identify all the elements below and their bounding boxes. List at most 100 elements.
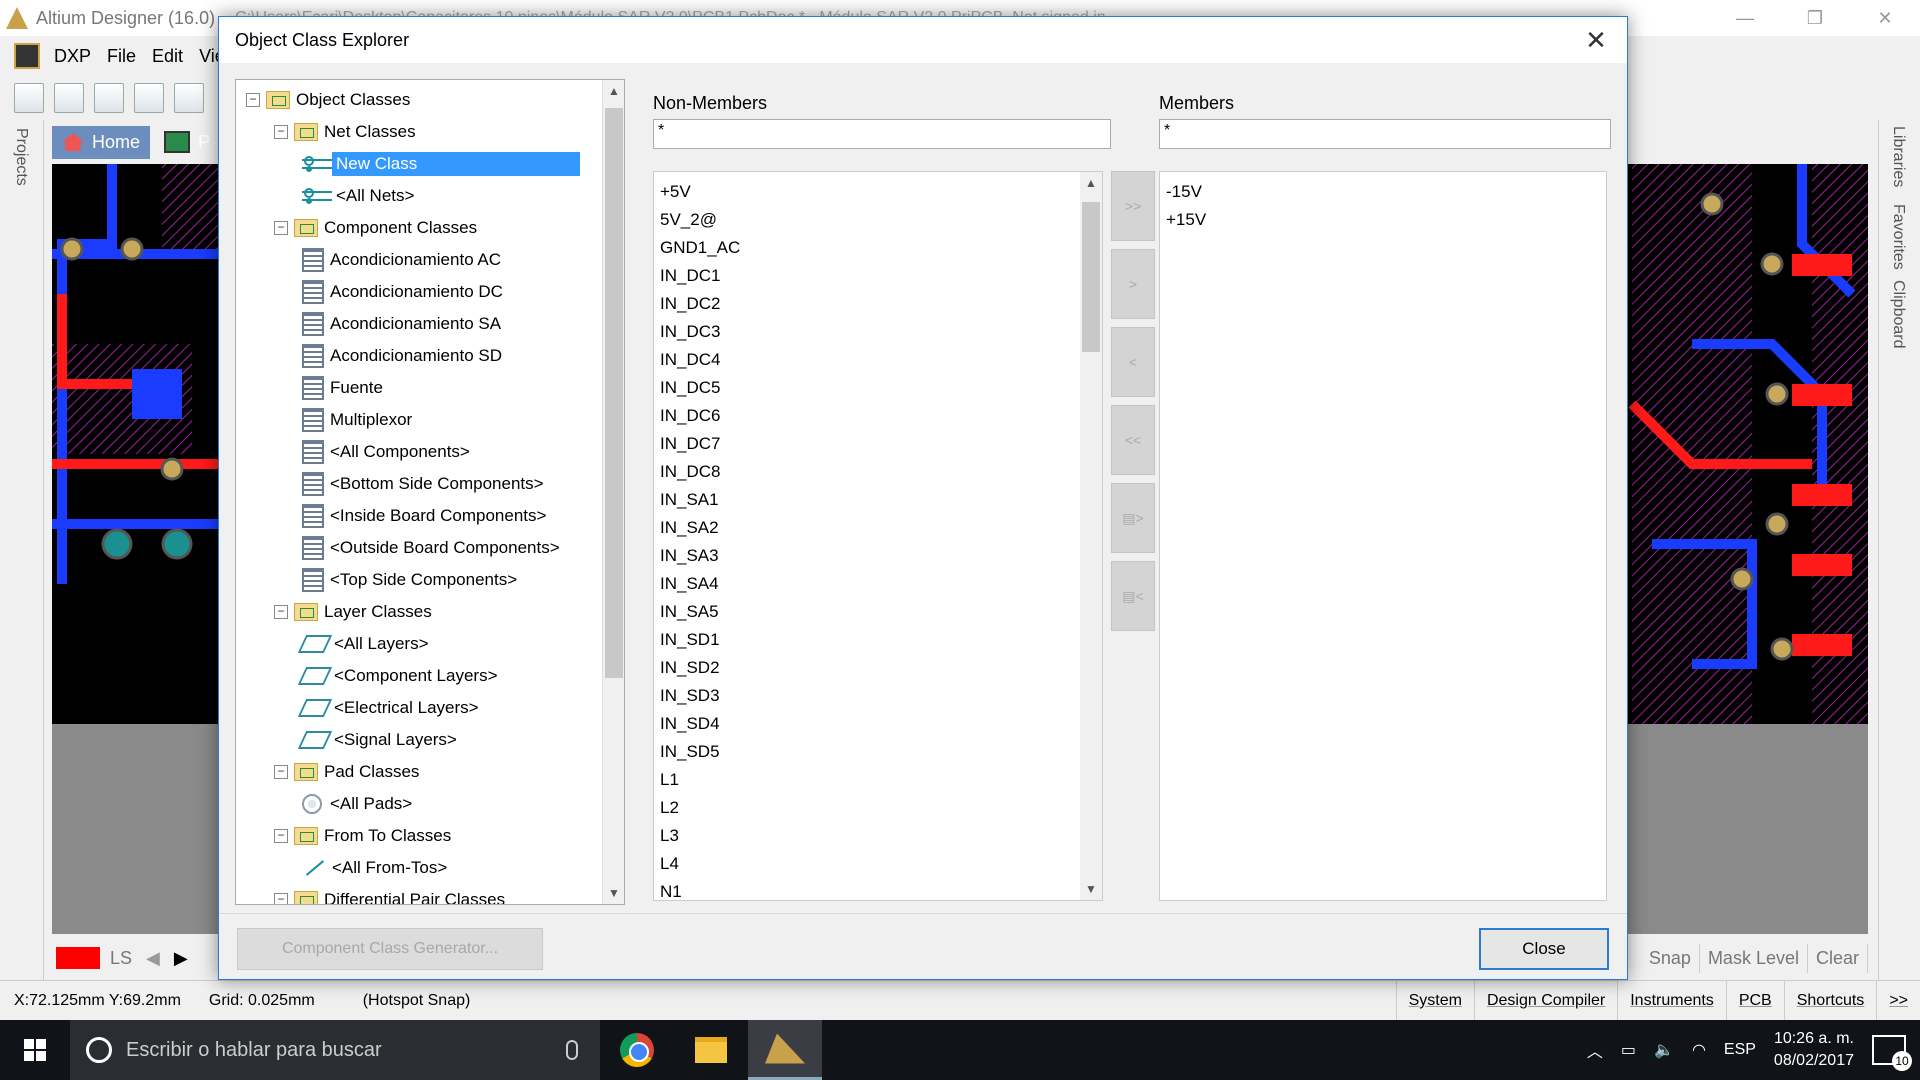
list-item[interactable]: IN_DC1 xyxy=(654,262,1102,290)
non-members-scrollbar[interactable]: ▲ ▼ xyxy=(1080,172,1102,900)
tree-node[interactable]: Multiplexor xyxy=(302,406,412,434)
tree-node[interactable]: − Pad Classes xyxy=(274,758,419,786)
print-preview-icon[interactable] xyxy=(174,83,204,113)
libraries-tab[interactable]: Libraries xyxy=(1889,126,1907,187)
menu-file[interactable]: File xyxy=(99,46,144,67)
panel-pcb[interactable]: PCB xyxy=(1725,981,1784,1021)
list-item[interactable]: L2 xyxy=(654,794,1102,822)
volume-icon[interactable]: 🔈 xyxy=(1654,1040,1674,1060)
mask-level-button[interactable]: Mask Level xyxy=(1700,943,1808,973)
tree-node[interactable]: − Object Classes xyxy=(246,86,410,114)
panel-shortcuts[interactable]: Shortcuts xyxy=(1783,981,1877,1021)
close-button[interactable]: Close xyxy=(1479,928,1609,970)
minimize-icon[interactable]: — xyxy=(1710,0,1780,36)
tree-node[interactable]: <All Layers> xyxy=(297,630,429,658)
menu-edit[interactable]: Edit xyxy=(144,46,191,67)
tree-node[interactable]: − Differential Pair Classes xyxy=(274,886,505,904)
list-item[interactable]: -15V xyxy=(1160,178,1606,206)
tree-expander-icon[interactable]: − xyxy=(274,893,288,904)
panel-design-compiler[interactable]: Design Compiler xyxy=(1473,981,1617,1021)
list-item[interactable]: IN_DC4 xyxy=(654,346,1102,374)
language-indicator[interactable]: ESP xyxy=(1724,1041,1756,1059)
add-all-button[interactable]: >> xyxy=(1111,171,1155,241)
tree-expander-icon[interactable]: − xyxy=(274,605,288,619)
tree-node[interactable]: − Layer Classes xyxy=(274,598,432,626)
scroll-down-icon[interactable]: ▼ xyxy=(607,886,621,900)
tree-scrollbar[interactable]: ▲ ▼ xyxy=(602,80,624,904)
list-item[interactable]: N1 xyxy=(654,878,1102,900)
list-item[interactable]: IN_SD4 xyxy=(654,710,1102,738)
members-filter[interactable]: * xyxy=(1159,119,1611,149)
tree-expander-icon[interactable]: − xyxy=(274,829,288,843)
list-item[interactable]: IN_SA3 xyxy=(654,542,1102,570)
tree-node[interactable]: <All Nets> xyxy=(302,182,414,210)
battery-icon[interactable]: ▭ xyxy=(1621,1040,1636,1060)
tree-node[interactable]: <All From-Tos> xyxy=(302,854,447,882)
add-filtered-button[interactable]: ▤> xyxy=(1111,483,1155,553)
list-item[interactable]: IN_DC2 xyxy=(654,290,1102,318)
tree-node[interactable]: New Class xyxy=(302,150,580,178)
list-item[interactable]: IN_SD1 xyxy=(654,626,1102,654)
list-item[interactable]: +5V xyxy=(654,178,1102,206)
microphone-icon[interactable] xyxy=(566,1040,578,1060)
clear-button[interactable]: Clear xyxy=(1808,943,1868,973)
tree-expander-icon[interactable]: − xyxy=(274,125,288,139)
tab-pcb[interactable]: P xyxy=(164,131,210,153)
tree-expander-icon[interactable]: − xyxy=(274,765,288,779)
tree-node[interactable]: <Signal Layers> xyxy=(297,726,457,754)
tree-node[interactable]: <Bottom Side Components> xyxy=(302,470,544,498)
class-tree[interactable]: − Object Classes − Net Classes New Class <All… xyxy=(235,79,625,905)
list-item[interactable]: IN_DC8 xyxy=(654,458,1102,486)
list-item[interactable]: IN_DC6 xyxy=(654,402,1102,430)
dialog-close-icon[interactable]: ✕ xyxy=(1579,23,1613,57)
dxp-icon[interactable] xyxy=(14,43,40,69)
list-item[interactable]: 5V_2@ xyxy=(654,206,1102,234)
active-layer-swatch[interactable] xyxy=(56,947,100,969)
open-folder-icon[interactable] xyxy=(54,83,84,113)
list-item[interactable]: L4 xyxy=(654,850,1102,878)
panel-more[interactable]: >> xyxy=(1876,981,1920,1021)
list-item[interactable]: L3 xyxy=(654,822,1102,850)
tree-node[interactable]: Acondicionamiento DC xyxy=(302,278,503,306)
non-members-list[interactable]: +5V 5V_2@ GND1_AC IN_DC1 IN_DC2 IN_DC3 IN_DC4 I… xyxy=(653,171,1103,901)
list-item[interactable]: +15V xyxy=(1160,206,1606,234)
tree-node[interactable]: − From To Classes xyxy=(274,822,451,850)
tray-expand-icon[interactable]: ︿ xyxy=(1587,1038,1603,1062)
remove-selected-button[interactable]: < xyxy=(1111,327,1155,397)
list-item[interactable]: IN_SD3 xyxy=(654,682,1102,710)
favorites-tab[interactable]: Favorites xyxy=(1889,204,1907,270)
tree-node[interactable]: − Component Classes xyxy=(274,214,477,242)
add-selected-button[interactable]: > xyxy=(1111,249,1155,319)
layer-scroll-right-icon[interactable]: ▶ xyxy=(174,948,188,969)
taskbar-chrome[interactable] xyxy=(600,1020,674,1080)
list-item[interactable]: L1 xyxy=(654,766,1102,794)
scroll-up-icon[interactable]: ▲ xyxy=(607,84,621,98)
list-item[interactable]: IN_SA1 xyxy=(654,486,1102,514)
save-icon[interactable] xyxy=(94,83,124,113)
tree-node[interactable]: <Outside Board Components> xyxy=(302,534,560,562)
menu-dxp[interactable]: DXP xyxy=(46,46,99,67)
taskbar-altium[interactable] xyxy=(748,1020,822,1080)
close-window-icon[interactable]: ✕ xyxy=(1850,0,1920,36)
scroll-up-icon[interactable]: ▲ xyxy=(1084,176,1098,190)
tree-scroll-thumb[interactable] xyxy=(605,108,623,678)
tree-node[interactable]: Acondicionamiento SD xyxy=(302,342,502,370)
non-members-scroll-thumb[interactable] xyxy=(1082,202,1100,352)
tree-node[interactable]: <Top Side Components> xyxy=(302,566,517,594)
tree-node[interactable]: <Inside Board Components> xyxy=(302,502,546,530)
tab-home[interactable]: Home xyxy=(52,125,151,159)
tree-node[interactable]: Acondicionamiento AC xyxy=(302,246,501,274)
taskbar-search[interactable]: Escribir o hablar para buscar xyxy=(70,1020,600,1080)
clipboard-tab[interactable]: Clipboard xyxy=(1889,280,1907,348)
wifi-icon[interactable]: ◠ xyxy=(1692,1040,1706,1060)
taskbar-explorer[interactable] xyxy=(674,1020,748,1080)
tree-node[interactable]: <All Pads> xyxy=(302,790,412,818)
notification-center-icon[interactable]: 10 xyxy=(1872,1035,1912,1071)
print-icon[interactable] xyxy=(134,83,164,113)
list-item[interactable]: IN_DC5 xyxy=(654,374,1102,402)
list-item[interactable]: IN_SA4 xyxy=(654,570,1102,598)
snap-button[interactable]: Snap xyxy=(1641,943,1700,973)
projects-tab[interactable]: Projects xyxy=(12,128,30,186)
tree-node[interactable]: − Net Classes xyxy=(274,118,416,146)
tree-expander-icon[interactable]: − xyxy=(246,93,260,107)
